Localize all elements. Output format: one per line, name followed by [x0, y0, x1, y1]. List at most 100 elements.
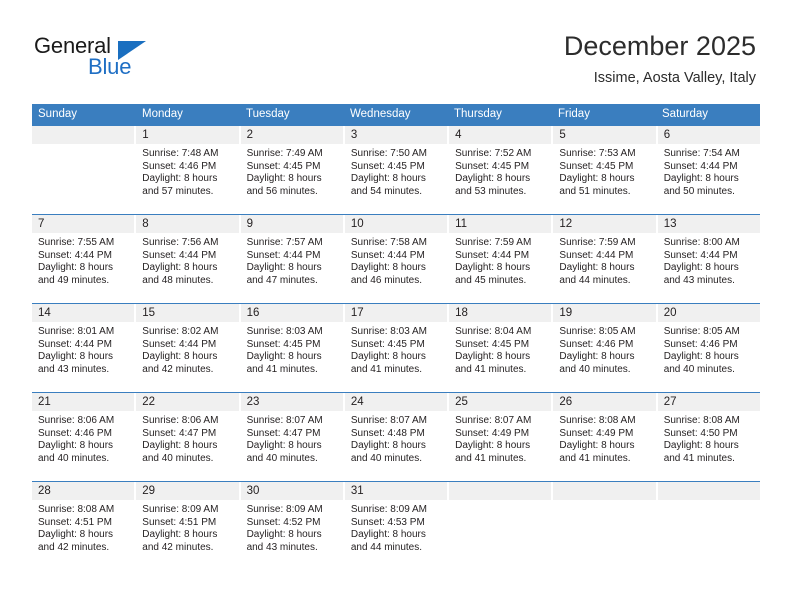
- day-number: 7: [32, 215, 135, 233]
- sunrise-text: Sunrise: 7:49 AM: [246, 148, 323, 159]
- daylight-text: Daylight: 8 hours and 40 minutes.: [38, 440, 114, 464]
- day-cell[interactable]: 19 Sunrise: 8:05 AM Sunset: 4:46 PM Dayl…: [553, 304, 658, 392]
- weekday-header-sunday: Sunday: [38, 108, 78, 120]
- daylight-text: Daylight: 8 hours and 43 minutes.: [38, 351, 114, 375]
- day-cell[interactable]: 27 Sunrise: 8:08 AM Sunset: 4:50 PM Dayl…: [657, 393, 760, 481]
- day-cell[interactable]: 17 Sunrise: 8:03 AM Sunset: 4:45 PM Dayl…: [344, 304, 450, 392]
- day-cell[interactable]: 21 Sunrise: 8:06 AM Sunset: 4:46 PM Dayl…: [32, 393, 137, 481]
- daylight-text: Daylight: 8 hours and 51 minutes.: [559, 173, 635, 197]
- day-details: Sunrise: 7:55 AM Sunset: 4:44 PM Dayligh…: [32, 233, 134, 287]
- sunset-text: Sunset: 4:49 PM: [559, 427, 634, 439]
- day-number: 13: [657, 215, 760, 233]
- day-number: [657, 482, 760, 500]
- weekday-header-row: Sunday Monday Tuesday Wednesday Thursday…: [32, 104, 760, 125]
- day-cell[interactable]: [449, 482, 554, 570]
- sunset-text: Sunset: 4:44 PM: [663, 249, 738, 261]
- day-cell[interactable]: 2 Sunrise: 7:49 AM Sunset: 4:45 PM Dayli…: [240, 126, 345, 214]
- sunset-text: Sunset: 4:44 PM: [350, 249, 425, 261]
- sunset-text: Sunset: 4:51 PM: [142, 516, 217, 528]
- sunrise-text: Sunrise: 7:58 AM: [350, 237, 427, 248]
- generalblue-logo[interactable]: General Blue: [34, 33, 214, 85]
- daylight-text: Daylight: 8 hours and 48 minutes.: [142, 262, 218, 286]
- day-details: Sunrise: 8:03 AM Sunset: 4:45 PM Dayligh…: [241, 322, 343, 376]
- day-details: Sunrise: 8:09 AM Sunset: 4:51 PM Dayligh…: [136, 500, 238, 554]
- day-details: [32, 144, 134, 148]
- day-cell[interactable]: 3 Sunrise: 7:50 AM Sunset: 4:45 PM Dayli…: [344, 126, 450, 214]
- day-cell[interactable]: [553, 482, 658, 570]
- day-cell[interactable]: 9 Sunrise: 7:57 AM Sunset: 4:44 PM Dayli…: [240, 215, 345, 303]
- day-cell[interactable]: 28 Sunrise: 8:08 AM Sunset: 4:51 PM Dayl…: [32, 482, 137, 570]
- weekday-header-wednesday: Wednesday: [350, 108, 411, 120]
- day-cell[interactable]: 11 Sunrise: 7:59 AM Sunset: 4:44 PM Dayl…: [449, 215, 554, 303]
- day-details: Sunrise: 8:07 AM Sunset: 4:48 PM Dayligh…: [345, 411, 447, 465]
- weekday-header-monday: Monday: [142, 108, 183, 120]
- day-cell[interactable]: 24 Sunrise: 8:07 AM Sunset: 4:48 PM Dayl…: [344, 393, 450, 481]
- daylight-text: Daylight: 8 hours and 41 minutes.: [350, 351, 426, 375]
- day-cell[interactable]: 13 Sunrise: 8:00 AM Sunset: 4:44 PM Dayl…: [657, 215, 760, 303]
- day-cell[interactable]: 15 Sunrise: 8:02 AM Sunset: 4:44 PM Dayl…: [136, 304, 241, 392]
- sunrise-text: Sunrise: 7:59 AM: [559, 237, 636, 248]
- day-details: Sunrise: 8:07 AM Sunset: 4:47 PM Dayligh…: [241, 411, 343, 465]
- day-cell[interactable]: 26 Sunrise: 8:08 AM Sunset: 4:49 PM Dayl…: [553, 393, 658, 481]
- day-cell[interactable]: 29 Sunrise: 8:09 AM Sunset: 4:51 PM Dayl…: [136, 482, 241, 570]
- day-number: 1: [136, 126, 239, 144]
- day-cell[interactable]: 20 Sunrise: 8:05 AM Sunset: 4:46 PM Dayl…: [657, 304, 760, 392]
- daylight-text: Daylight: 8 hours and 41 minutes.: [455, 440, 531, 464]
- daylight-text: Daylight: 8 hours and 46 minutes.: [350, 262, 426, 286]
- daylight-text: Daylight: 8 hours and 49 minutes.: [38, 262, 114, 286]
- daylight-text: Daylight: 8 hours and 41 minutes.: [455, 351, 531, 375]
- sunset-text: Sunset: 4:51 PM: [38, 516, 112, 528]
- daylight-text: Daylight: 8 hours and 44 minutes.: [350, 529, 426, 553]
- week-row: 14 Sunrise: 8:01 AM Sunset: 4:44 PM Dayl…: [32, 303, 760, 392]
- page-title: December 2025: [563, 31, 756, 61]
- day-cell[interactable]: 31 Sunrise: 8:09 AM Sunset: 4:53 PM Dayl…: [344, 482, 450, 570]
- day-cell[interactable]: 16 Sunrise: 8:03 AM Sunset: 4:45 PM Dayl…: [240, 304, 345, 392]
- sunset-text: Sunset: 4:45 PM: [455, 338, 530, 350]
- day-cell[interactable]: 18 Sunrise: 8:04 AM Sunset: 4:45 PM Dayl…: [449, 304, 554, 392]
- sunset-text: Sunset: 4:44 PM: [142, 249, 217, 261]
- logo-text-blue: Blue: [88, 54, 132, 79]
- day-cell[interactable]: [32, 126, 137, 214]
- day-cell[interactable]: 23 Sunrise: 8:07 AM Sunset: 4:47 PM Dayl…: [240, 393, 345, 481]
- day-cell[interactable]: 22 Sunrise: 8:06 AM Sunset: 4:47 PM Dayl…: [136, 393, 241, 481]
- day-cell[interactable]: 7 Sunrise: 7:55 AM Sunset: 4:44 PM Dayli…: [32, 215, 137, 303]
- day-cell[interactable]: 4 Sunrise: 7:52 AM Sunset: 4:45 PM Dayli…: [449, 126, 554, 214]
- day-number: [449, 482, 552, 500]
- day-number: 28: [32, 482, 135, 500]
- day-cell[interactable]: 5 Sunrise: 7:53 AM Sunset: 4:45 PM Dayli…: [553, 126, 658, 214]
- daylight-text: Daylight: 8 hours and 41 minutes.: [663, 440, 739, 464]
- sunset-text: Sunset: 4:44 PM: [142, 338, 217, 350]
- day-cell[interactable]: 10 Sunrise: 7:58 AM Sunset: 4:44 PM Dayl…: [344, 215, 450, 303]
- day-details: Sunrise: 8:08 AM Sunset: 4:49 PM Dayligh…: [553, 411, 655, 465]
- sunset-text: Sunset: 4:44 PM: [663, 160, 738, 172]
- day-details: Sunrise: 7:57 AM Sunset: 4:44 PM Dayligh…: [241, 233, 343, 287]
- daylight-text: Daylight: 8 hours and 54 minutes.: [350, 173, 426, 197]
- day-cell[interactable]: 6 Sunrise: 7:54 AM Sunset: 4:44 PM Dayli…: [657, 126, 760, 214]
- sunset-text: Sunset: 4:47 PM: [246, 427, 321, 439]
- sunrise-text: Sunrise: 8:02 AM: [142, 326, 219, 337]
- day-details: Sunrise: 8:09 AM Sunset: 4:52 PM Dayligh…: [241, 500, 343, 554]
- sunset-text: Sunset: 4:45 PM: [246, 160, 321, 172]
- sunrise-text: Sunrise: 7:48 AM: [142, 148, 219, 159]
- sunrise-text: Sunrise: 7:53 AM: [559, 148, 636, 159]
- day-number: 21: [32, 393, 135, 411]
- daylight-text: Daylight: 8 hours and 43 minutes.: [663, 262, 739, 286]
- daylight-text: Daylight: 8 hours and 47 minutes.: [246, 262, 322, 286]
- sunset-text: Sunset: 4:45 PM: [246, 338, 321, 350]
- day-cell[interactable]: 14 Sunrise: 8:01 AM Sunset: 4:44 PM Dayl…: [32, 304, 137, 392]
- page-subtitle: Issime, Aosta Valley, Italy: [593, 70, 756, 86]
- day-cell[interactable]: 25 Sunrise: 8:07 AM Sunset: 4:49 PM Dayl…: [449, 393, 554, 481]
- day-cell[interactable]: 12 Sunrise: 7:59 AM Sunset: 4:44 PM Dayl…: [553, 215, 658, 303]
- sunrise-text: Sunrise: 8:07 AM: [350, 415, 427, 426]
- day-cell[interactable]: 30 Sunrise: 8:09 AM Sunset: 4:52 PM Dayl…: [240, 482, 345, 570]
- sunrise-text: Sunrise: 8:07 AM: [246, 415, 323, 426]
- day-cell[interactable]: 1 Sunrise: 7:48 AM Sunset: 4:46 PM Dayli…: [136, 126, 241, 214]
- daylight-text: Daylight: 8 hours and 56 minutes.: [246, 173, 322, 197]
- day-cell[interactable]: 8 Sunrise: 7:56 AM Sunset: 4:44 PM Dayli…: [136, 215, 241, 303]
- sunset-text: Sunset: 4:45 PM: [559, 160, 634, 172]
- day-details: Sunrise: 8:05 AM Sunset: 4:46 PM Dayligh…: [553, 322, 655, 376]
- day-number: 12: [553, 215, 656, 233]
- day-cell[interactable]: [657, 482, 760, 570]
- daylight-text: Daylight: 8 hours and 40 minutes.: [663, 351, 739, 375]
- sunrise-text: Sunrise: 8:06 AM: [142, 415, 219, 426]
